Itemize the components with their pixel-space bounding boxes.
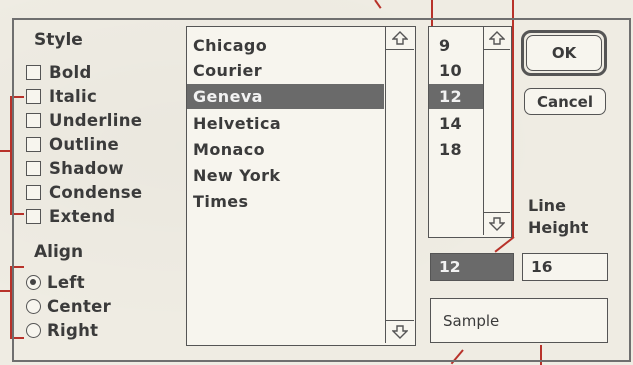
align-heading: Align <box>34 242 84 262</box>
condense-checkbox[interactable] <box>26 184 41 200</box>
align-option-right[interactable]: Right <box>26 318 98 342</box>
style-option-italic[interactable]: Italic <box>26 84 97 108</box>
checkbox-label: Extend <box>49 206 116 226</box>
size-list-item[interactable]: 9 <box>439 33 451 58</box>
font-list-scrollbar[interactable] <box>385 27 414 343</box>
extend-checkbox[interactable] <box>26 208 41 224</box>
size-list-item[interactable]: 18 <box>439 137 462 162</box>
style-heading: Style <box>34 30 83 50</box>
font-list[interactable]: Chicago Courier Geneva Helvetica Monaco … <box>186 26 416 346</box>
align-option-center[interactable]: Center <box>26 294 111 318</box>
size-list-item[interactable]: 10 <box>439 58 462 83</box>
checkbox-label: Shadow <box>49 158 124 178</box>
scroll-down-arrow-icon[interactable] <box>386 320 414 343</box>
scroll-up-arrow-icon[interactable] <box>484 27 510 50</box>
font-list-item[interactable]: New York <box>193 163 280 188</box>
checkbox-label: Outline <box>49 134 120 154</box>
radio-label: Right <box>47 320 99 340</box>
font-list-item-selected[interactable]: Geneva <box>187 84 384 109</box>
ok-button[interactable]: OK <box>526 35 602 71</box>
size-field[interactable]: 12 <box>430 253 514 281</box>
shadow-checkbox[interactable] <box>26 160 41 176</box>
right-radio[interactable] <box>26 322 41 338</box>
checkbox-label: Bold <box>49 62 92 82</box>
scroll-down-arrow-icon[interactable] <box>484 212 510 235</box>
style-option-outline[interactable]: Outline <box>26 132 119 156</box>
italic-checkbox[interactable] <box>26 88 41 104</box>
style-option-shadow[interactable]: Shadow <box>26 156 124 180</box>
radio-label: Center <box>47 296 112 316</box>
center-radio[interactable] <box>26 298 41 314</box>
cancel-button[interactable]: Cancel <box>524 88 606 115</box>
size-list[interactable]: 9 10 12 14 18 <box>428 26 512 238</box>
size-list-item[interactable]: 14 <box>439 111 462 136</box>
checkbox-label: Condense <box>49 182 143 202</box>
scroll-up-arrow-icon[interactable] <box>386 27 414 50</box>
style-option-underline[interactable]: Underline <box>26 108 142 132</box>
size-list-item-selected[interactable]: 12 <box>429 84 483 109</box>
sample-preview-box: Sample <box>430 298 608 343</box>
line-height-field[interactable]: 16 <box>522 253 608 281</box>
radio-label: Left <box>47 272 85 292</box>
style-option-extend[interactable]: Extend <box>26 204 115 228</box>
style-option-condense[interactable]: Condense <box>26 180 142 204</box>
checkbox-label: Underline <box>49 110 143 130</box>
line-height-label-line2: Height <box>528 218 589 237</box>
font-list-item[interactable]: Monaco <box>193 137 265 162</box>
left-radio[interactable] <box>26 274 41 290</box>
line-height-label-line1: Line <box>528 196 566 215</box>
font-list-item[interactable]: Chicago <box>193 33 267 58</box>
checkbox-label: Italic <box>49 86 98 106</box>
font-list-item[interactable]: Courier <box>193 58 262 83</box>
size-list-scrollbar[interactable] <box>483 27 510 235</box>
outline-checkbox[interactable] <box>26 136 41 152</box>
font-list-item[interactable]: Helvetica <box>193 111 281 136</box>
style-option-bold[interactable]: Bold <box>26 60 92 84</box>
bold-checkbox[interactable] <box>26 64 41 80</box>
font-list-item[interactable]: Times <box>193 189 248 214</box>
underline-checkbox[interactable] <box>26 112 41 128</box>
align-option-left[interactable]: Left <box>26 270 85 294</box>
